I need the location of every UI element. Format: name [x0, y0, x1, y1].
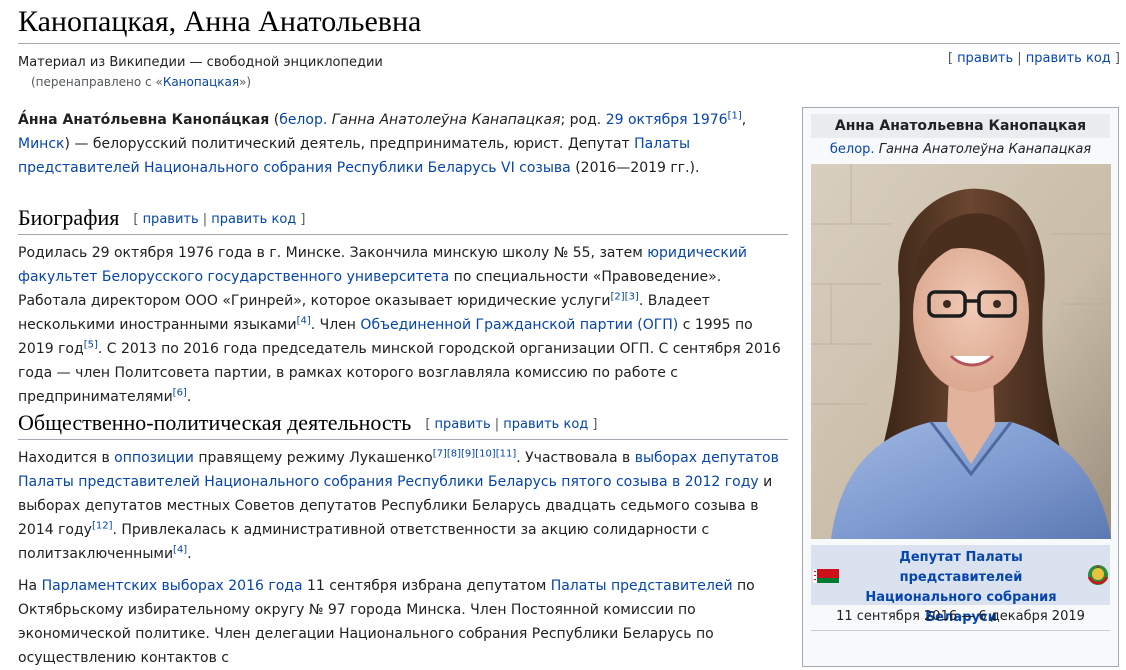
section-edit-links: [ править | править код ] [133, 212, 306, 227]
birth-date-link[interactable]: 29 октября 1976 [606, 112, 728, 128]
section-edit-links: [ править | править код ] [425, 417, 598, 432]
house-of-representatives-link[interactable]: Палаты представителей [551, 578, 733, 594]
ref-link[interactable]: [4] [297, 315, 311, 326]
ref-link[interactable]: [4] [173, 544, 187, 555]
infobox-name: Анна Анатольевна Канопацкая [811, 114, 1110, 138]
portrait-image [811, 164, 1111, 539]
ref-link[interactable]: [12] [92, 520, 113, 531]
office-term-dates: 11 сентября 2016 — 6 декабря 2019 [836, 609, 1085, 624]
biography-paragraph: Родилась 29 октября 1976 года в г. Минск… [18, 245, 781, 405]
ref-link[interactable]: [6] [173, 387, 187, 398]
intro-paragraph: А́нна Анато́льевна Канопа́цкая (белор. Г… [18, 110, 747, 176]
edit-code-link[interactable]: править код [503, 417, 588, 432]
edit-link[interactable]: править [957, 51, 1013, 66]
title-divider [18, 43, 1120, 44]
site-subtitle: Материал из Википедии — свободной энцикл… [18, 55, 383, 70]
ref-link[interactable]: [7][8][9][10][11] [433, 448, 517, 459]
politics-paragraph-1: Находится в оппозиции правящему режиму Л… [18, 448, 779, 562]
page-edit-links: [ править | править код ] [947, 51, 1120, 66]
infobox-native-name: белор. Ганна Анатолеўна Канапацкая [829, 142, 1092, 157]
ucp-party-link[interactable]: Объединенной Гражданской партии (ОГП) [360, 317, 678, 333]
ref-link[interactable]: [1] [728, 110, 742, 121]
section-heading-politics: Общественно-политическая деятельность[ п… [18, 409, 788, 440]
redirect-note: (перенаправлено с «Канопацкая») [31, 75, 252, 89]
redirect-link[interactable]: Канопацкая [163, 75, 239, 89]
subject-name: А́нна Анато́льевна Канопа́цкая [18, 112, 270, 128]
belarusian-lang-link[interactable]: белор. [830, 142, 875, 157]
politics-paragraph-2: На Парламентских выборах 2016 года 11 се… [18, 578, 755, 666]
section-heading-biography: Биография[ править | править код ] [18, 204, 788, 235]
office-box: Депутат Палаты представителей Национальн… [811, 545, 1110, 625]
ref-link[interactable]: [5] [84, 339, 98, 350]
opposition-link[interactable]: оппозиции [114, 450, 194, 466]
infobox-divider [811, 630, 1110, 631]
edit-code-link[interactable]: править код [211, 212, 296, 227]
page-title: Канопацкая, Анна Анатольевна [18, 5, 422, 38]
portrait-photo[interactable] [811, 164, 1111, 539]
elections-2016-link[interactable]: Парламентских выборах 2016 года [42, 578, 303, 594]
minsk-link[interactable]: Минск [18, 136, 64, 152]
belarusian-lang-link[interactable]: белор. [279, 112, 327, 128]
belarus-emblem-icon [1087, 565, 1109, 585]
edit-link[interactable]: править [435, 417, 491, 432]
infobox: Анна Анатольевна Канопацкая белор. Ганна… [802, 107, 1119, 667]
edit-code-link[interactable]: править код [1026, 51, 1111, 66]
edit-link[interactable]: править [143, 212, 199, 227]
belarus-flag-icon [813, 569, 839, 583]
ref-link[interactable]: [2][3] [611, 291, 639, 302]
